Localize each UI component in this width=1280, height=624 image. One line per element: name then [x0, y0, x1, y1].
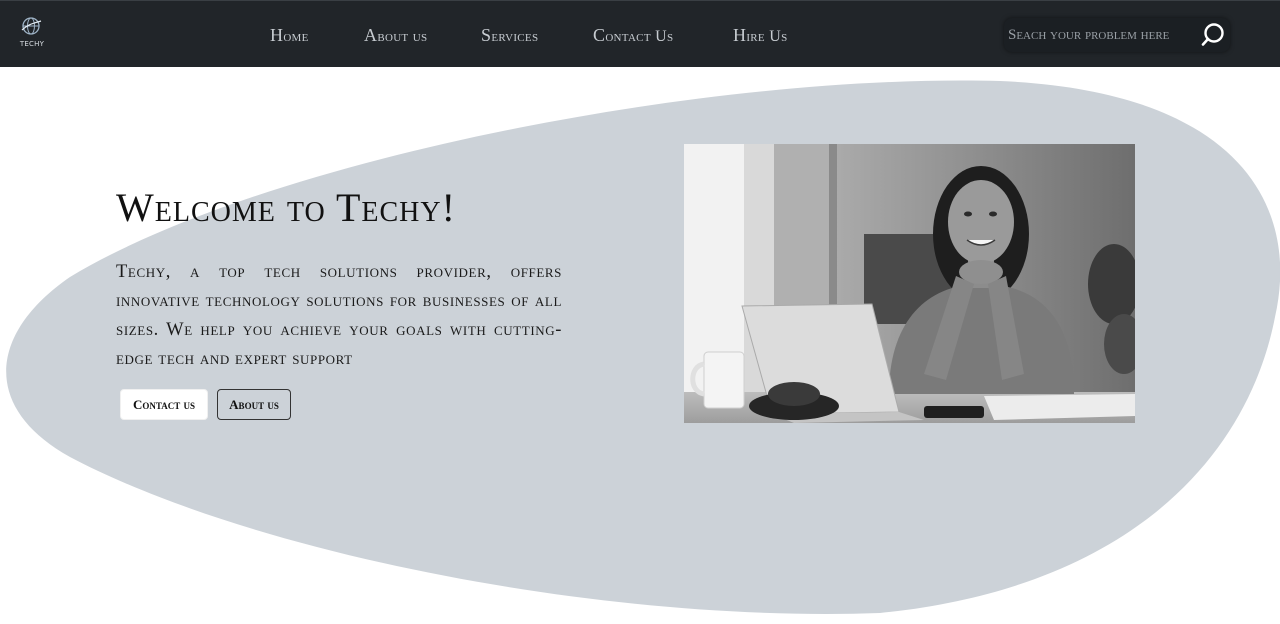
nav-about-us[interactable]: About us — [364, 25, 427, 46]
search-box — [1004, 18, 1230, 52]
about-us-button[interactable]: About us — [217, 389, 291, 420]
navbar: TECHY Home About us Services Contact Us … — [0, 0, 1280, 67]
search-icon — [1201, 23, 1224, 46]
hero-title: Welcome to Techy! — [116, 185, 456, 230]
nav-home[interactable]: Home — [270, 25, 309, 46]
hero-photo-illustration — [684, 144, 1135, 423]
search-button[interactable] — [1200, 22, 1226, 48]
hero-photo — [684, 144, 1135, 423]
nav-services[interactable]: Services — [481, 25, 538, 46]
hero-description: Techy, a top tech solutions provider, of… — [116, 262, 562, 369]
search-input[interactable] — [1008, 20, 1194, 50]
contact-us-button[interactable]: Contact us — [120, 389, 208, 420]
nav-hire-us[interactable]: Hire Us — [733, 25, 788, 46]
nav-contact-us[interactable]: Contact Us — [593, 25, 673, 46]
